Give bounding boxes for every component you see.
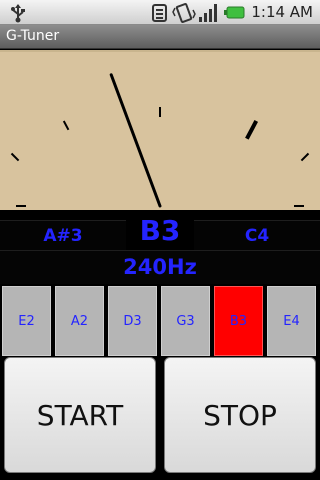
current-note: B3 (139, 214, 181, 247)
app-title: G-Tuner (6, 28, 60, 44)
meter-tick-left-1 (62, 120, 70, 131)
string-button-g3[interactable]: G3 (161, 286, 210, 356)
frequency-readout: 240Hz (123, 255, 197, 279)
meter-tick-left-2 (10, 152, 20, 162)
battery-icon (224, 6, 245, 19)
notification-icon (152, 4, 167, 22)
meter-needle (109, 73, 162, 208)
status-bar: 1:14 AM (0, 0, 320, 25)
tuning-meter (0, 50, 320, 210)
clock: 1:14 AM (251, 3, 313, 21)
meter-dial (10, 73, 310, 208)
meter-tick-right-1 (245, 120, 259, 140)
previous-note: A#3 (43, 226, 83, 246)
string-button-e4[interactable]: E4 (267, 286, 316, 356)
string-selector: E2 A2 D3 G3 B3 E4 (0, 284, 320, 356)
stop-button[interactable]: STOP (164, 357, 316, 473)
string-button-d3[interactable]: D3 (108, 286, 157, 356)
app-title-bar: G-Tuner (0, 25, 320, 49)
string-button-b3[interactable]: B3 (214, 286, 263, 356)
string-button-a2[interactable]: A2 (55, 286, 104, 356)
next-note: C4 (244, 226, 270, 246)
start-button[interactable]: START (4, 357, 156, 473)
string-button-e2[interactable]: E2 (2, 286, 51, 356)
vibrate-icon (172, 3, 196, 23)
usb-icon (11, 4, 25, 23)
signal-icon (199, 4, 217, 22)
meter-tick-right-2 (300, 152, 310, 162)
